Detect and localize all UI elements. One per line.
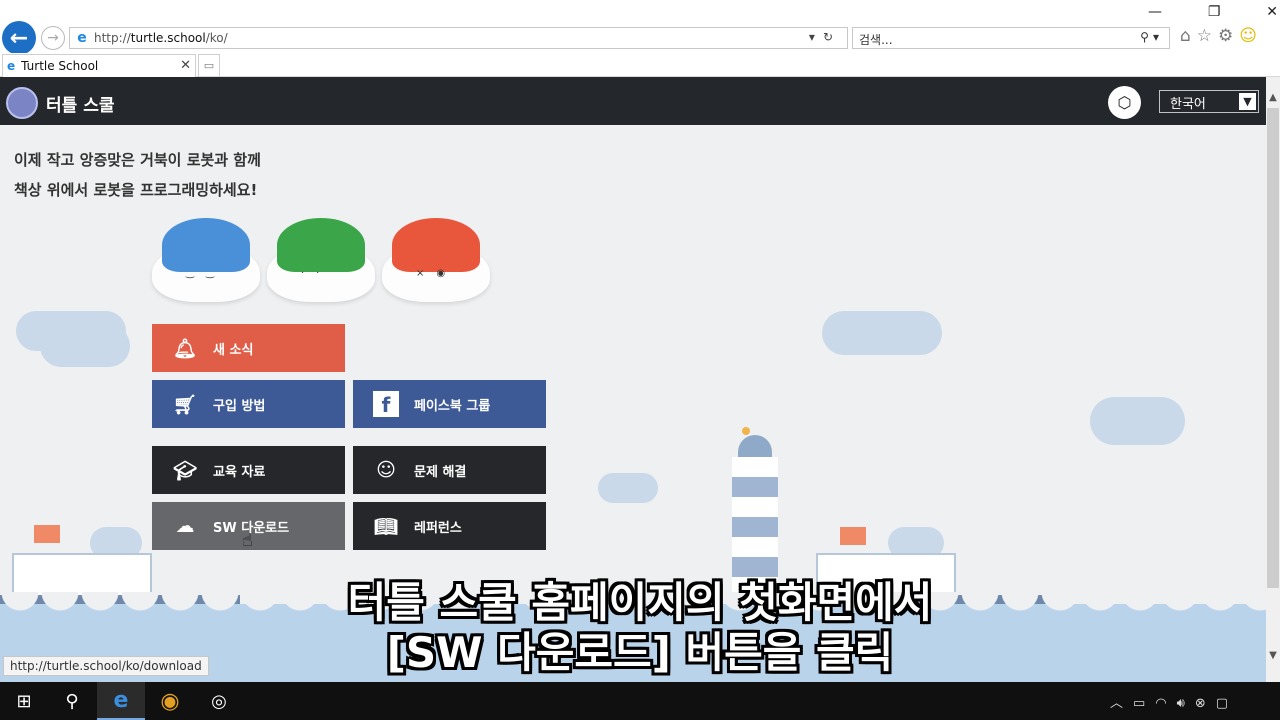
chrome-icon[interactable]: ◉ [146, 682, 194, 720]
green-turtle-robot-image: ·· [265, 218, 377, 304]
tab-title: Turtle School [21, 59, 99, 73]
volume-icon[interactable]: 🔊︎ [1177, 696, 1195, 711]
dropdown-icon[interactable]: ▾ [809, 30, 823, 44]
arrow-right-icon: → [47, 30, 59, 46]
language-select[interactable]: 한국어 ▼ [1159, 90, 1259, 113]
window-controls: — ❐ ✕ [1148, 4, 1278, 22]
cloud-download-icon: ☁ [175, 515, 195, 537]
video-subtitle: 터틀 스쿨 홈페이지의 첫화면에서 [SW 다운로드] 버튼을 클릭 [0, 578, 1280, 678]
close-window-icon[interactable]: ✕ [1266, 4, 1278, 22]
search-input[interactable]: 검색... ⚲▾ [852, 27, 1170, 49]
url-prefix: http:// [94, 31, 131, 45]
refresh-icon[interactable]: ↻ [823, 30, 841, 44]
education-label: 교육 자료 [213, 464, 266, 480]
facebook-label: 페이스북 그룹 [414, 398, 491, 414]
cloud-decoration [822, 311, 942, 355]
blue-turtle-robot-image: ‿‿ [150, 218, 262, 304]
language-value: 한국어 [1170, 97, 1206, 112]
url-domain: turtle.school [130, 31, 206, 45]
chevron-down-icon: ▼ [1239, 93, 1256, 110]
network-icon[interactable]: ◠ [1155, 696, 1176, 711]
headline-line-2: 책상 위에서 로봇을 프로그래밍하세요! [14, 181, 258, 199]
tab-close-icon[interactable]: ✕ [180, 58, 191, 73]
lighthouse-decoration [724, 427, 786, 597]
tab-row: e Turtle School ✕ ▭ [0, 53, 1280, 77]
book-reader-icon: 📖︎ [373, 515, 399, 538]
cloud-decoration [598, 473, 658, 503]
browser-toolbar-icons: ⌂☆⚙☺ [1180, 26, 1263, 46]
arrow-left-icon: ← [9, 25, 29, 51]
ie-favicon-icon: e [77, 30, 87, 46]
search-tools: ⚲▾ [1140, 30, 1163, 44]
red-turtle-robot-image: ×◉ [380, 218, 492, 304]
graduation-cap-icon: 🎓︎ [172, 459, 198, 482]
subtitle-line-1: 터틀 스쿨 홈페이지의 첫화면에서 [347, 578, 933, 627]
system-tray: ︿▭◠🔊︎⊗▢ [1110, 692, 1238, 711]
headline-line-1: 이제 작고 앙증맞은 거북이 로봇과 함께 [14, 151, 261, 169]
flag-decoration [840, 527, 866, 545]
battery-icon[interactable]: ▭ [1133, 696, 1155, 711]
purchase-label: 구입 방법 [213, 398, 266, 414]
tab-turtle-school[interactable]: e Turtle School ✕ [2, 54, 196, 77]
close-tray-icon[interactable]: ⊗ [1195, 696, 1216, 711]
facebook-icon: f [373, 391, 399, 417]
news-label: 새 소식 [213, 342, 254, 358]
subtitle-line-2: [SW 다운로드] 버튼을 클릭 [386, 628, 894, 677]
education-materials-button[interactable]: 🎓︎ 교육 자료 [152, 446, 345, 494]
minimize-icon[interactable]: — [1148, 4, 1162, 22]
notifications-icon[interactable]: ▢ [1216, 696, 1238, 711]
turtle-logo-icon[interactable] [6, 87, 38, 119]
new-tab-icon: ▭ [203, 59, 215, 72]
tab-favicon-icon: e [7, 59, 16, 73]
facebook-group-button[interactable]: f 페이스북 그룹 [353, 380, 546, 428]
reference-label: 레퍼런스 [414, 520, 462, 536]
restore-icon[interactable]: ❐ [1208, 4, 1221, 22]
scroll-up-icon[interactable]: ▲ [1266, 92, 1280, 106]
back-button[interactable]: ← [2, 21, 36, 55]
cloud-decoration [40, 325, 130, 367]
site-header [0, 77, 1266, 125]
obs-icon[interactable]: ◎ [195, 682, 243, 720]
home-icon[interactable]: ⌂ [1180, 26, 1197, 46]
cube-icon[interactable]: ⬡ [1108, 86, 1141, 119]
search-taskbar-icon[interactable]: ⚲ [48, 682, 96, 720]
search-dropdown-icon[interactable]: ▾ [1153, 30, 1163, 44]
smiley-icon: ☺ [376, 459, 396, 481]
url-path: /ko/ [205, 31, 228, 45]
troubleshoot-label: 문제 해결 [414, 464, 467, 480]
scroll-thumb[interactable] [1267, 108, 1279, 588]
flag-decoration [34, 525, 60, 543]
news-button[interactable]: 🔔︎ 새 소식 [152, 324, 345, 372]
search-placeholder: 검색... [859, 33, 893, 47]
hand-cursor-icon: ☝ [242, 530, 253, 551]
favorites-star-icon[interactable]: ☆ [1197, 26, 1218, 46]
site-logo-text[interactable]: 터틀 스쿨 [46, 91, 114, 116]
cloud-decoration [1090, 397, 1185, 445]
address-tools: ▾↻ [809, 30, 841, 44]
search-icon[interactable]: ⚲ [1140, 30, 1153, 44]
purchase-button[interactable]: 🛒︎ 구입 방법 [152, 380, 345, 428]
address-field[interactable]: e http://turtle.school/ko/ ▾↻ [69, 27, 848, 49]
page-headline: 이제 작고 앙증맞은 거북이 로봇과 함께 책상 위에서 로봇을 프로그래밍하세… [14, 145, 261, 205]
tray-chevron-up-icon[interactable]: ︿ [1110, 696, 1133, 711]
settings-gear-icon[interactable]: ⚙ [1218, 26, 1239, 46]
cart-icon: 🛒︎ [172, 393, 198, 416]
reference-button[interactable]: 📖︎ 레퍼런스 [353, 502, 546, 550]
bell-icon: 🔔︎ [172, 337, 198, 360]
feedback-smiley-icon[interactable]: ☺ [1239, 26, 1263, 46]
troubleshoot-button[interactable]: ☺ 문제 해결 [353, 446, 546, 494]
new-tab-button[interactable]: ▭ [198, 54, 220, 77]
windows-start-icon[interactable]: ⊞ [0, 682, 48, 720]
forward-button[interactable]: → [41, 26, 65, 50]
internet-explorer-icon[interactable]: e [97, 682, 145, 720]
